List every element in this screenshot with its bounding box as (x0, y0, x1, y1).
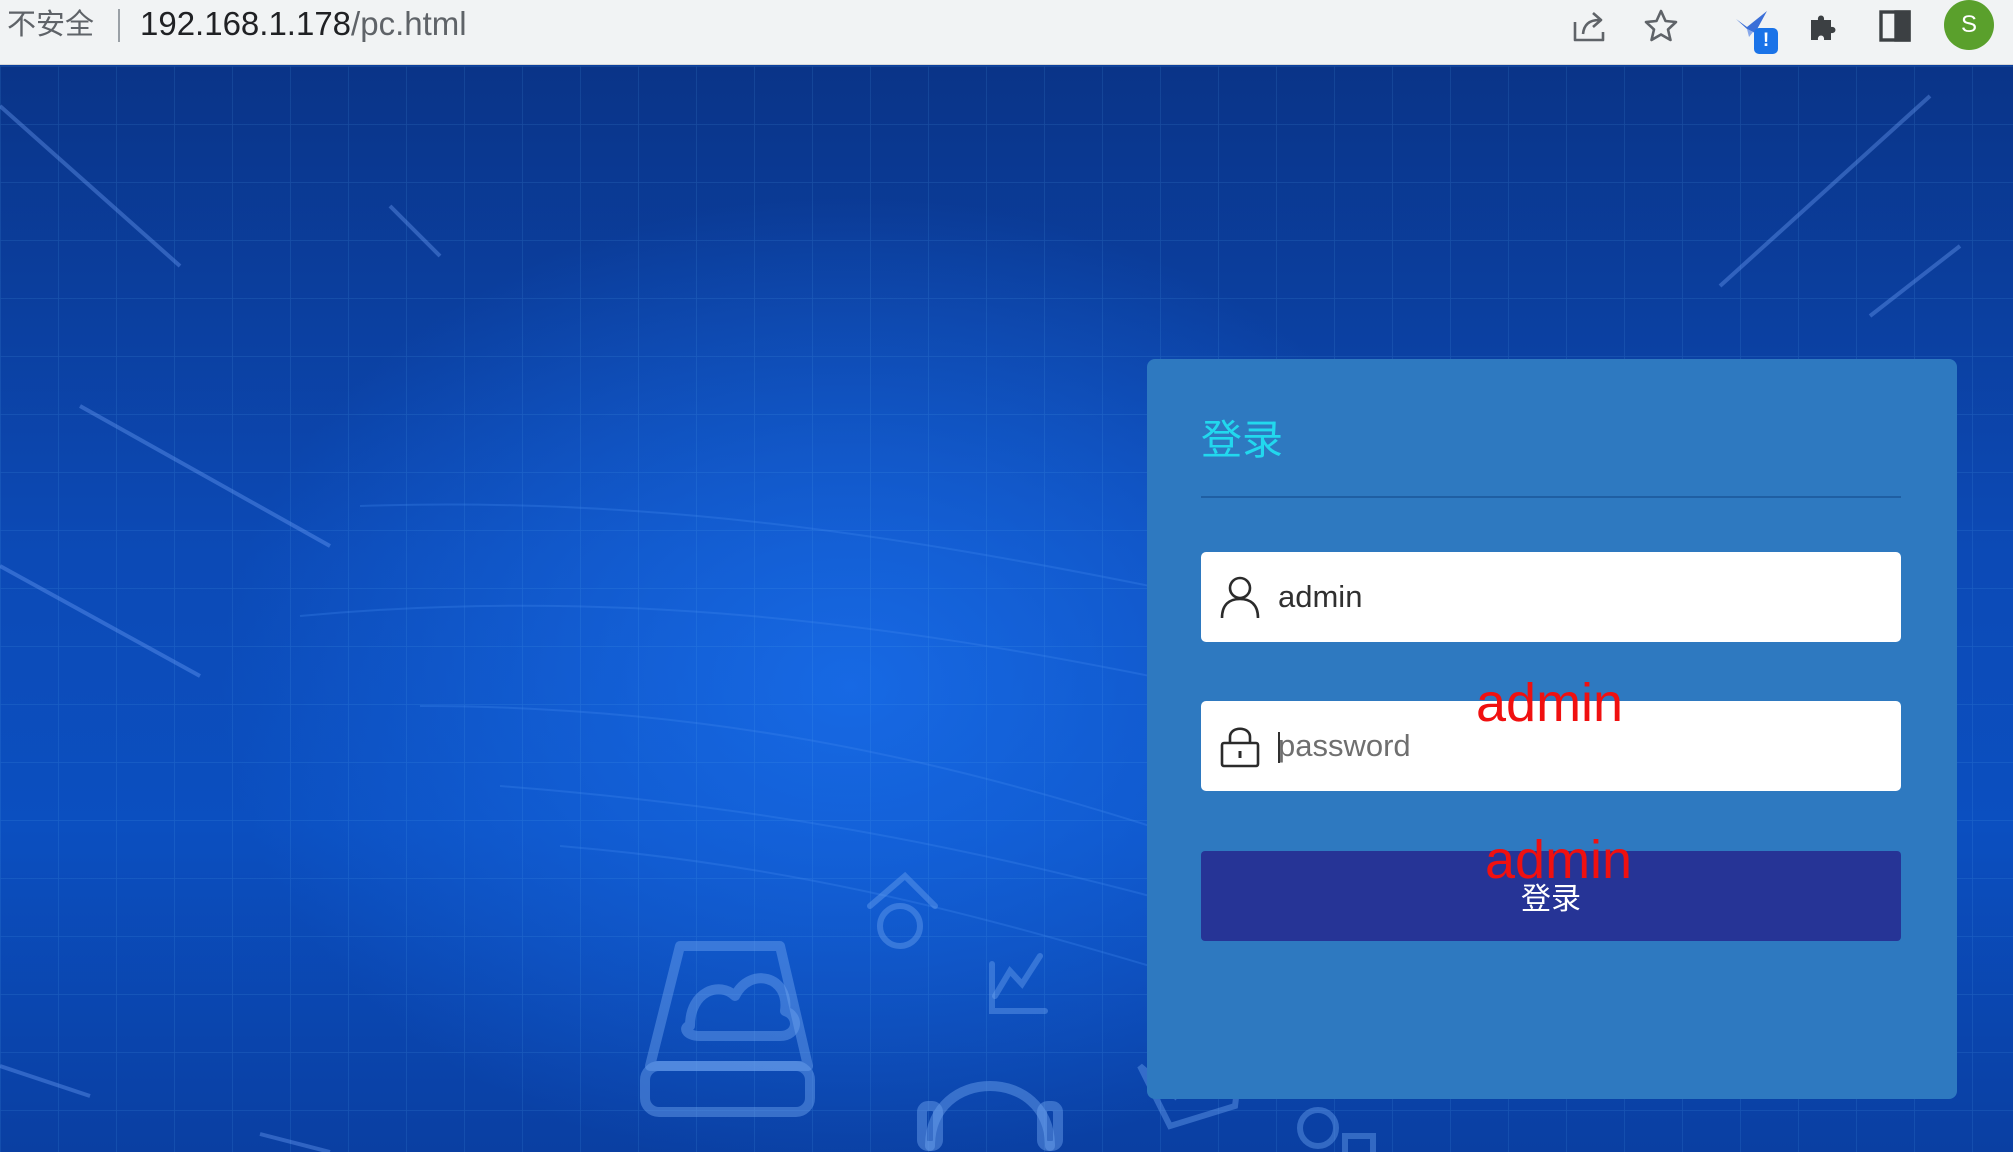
side-panel-icon[interactable] (1873, 4, 1917, 48)
lock-icon (1217, 723, 1263, 769)
url-path: /pc.html (351, 5, 467, 42)
browser-toolbar: 不安全 192.168.1.178/pc.html ! S (0, 0, 2013, 65)
text-caret (1278, 732, 1280, 763)
star-icon[interactable] (1639, 4, 1683, 48)
user-icon (1217, 574, 1263, 620)
username-input[interactable] (1278, 574, 1878, 620)
url-divider (118, 9, 120, 42)
security-label[interactable]: 不安全 (7, 6, 94, 42)
share-icon[interactable] (1567, 4, 1611, 48)
url-host: 192.168.1.178 (140, 5, 352, 42)
login-title: 登录 (1201, 416, 1283, 464)
extension-badge: ! (1754, 28, 1778, 54)
username-field[interactable] (1201, 552, 1901, 642)
username-annotation: admin (1476, 673, 1624, 733)
puzzle-icon[interactable] (1801, 4, 1845, 48)
address-bar[interactable]: 不安全 192.168.1.178/pc.html (0, 0, 1702, 57)
password-annotation: admin (1485, 830, 1633, 890)
title-divider (1201, 496, 1901, 498)
profile-avatar[interactable]: S (1944, 0, 1994, 50)
url-text[interactable]: 192.168.1.178/pc.html (140, 4, 467, 44)
login-page: 登录 登录 admin admin (0, 66, 2013, 1152)
